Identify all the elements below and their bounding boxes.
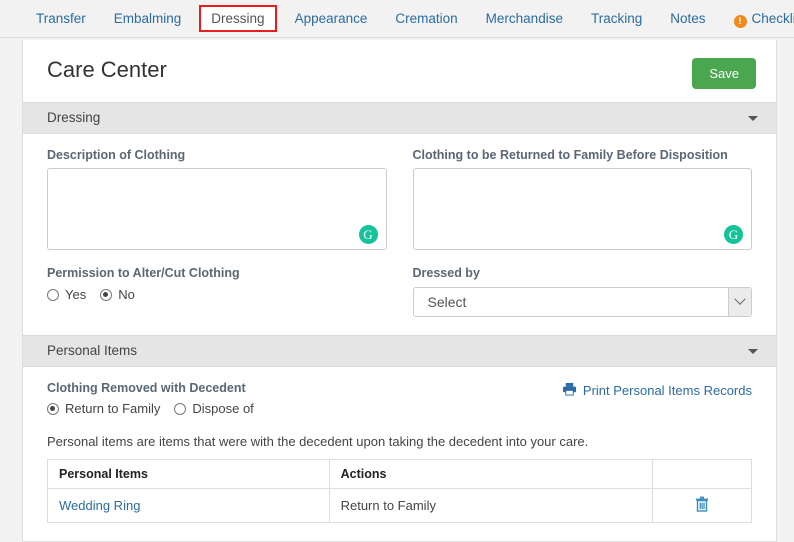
clothing-removed-group: Clothing Removed with Decedent Return to…	[47, 381, 254, 416]
section-body-dressing: Description of Clothing G Permission to …	[23, 134, 776, 335]
section-header-dressing-label: Dressing	[47, 110, 101, 125]
tab-checklists-label: Checklists	[751, 11, 794, 26]
section-header-personal-items[interactable]: Personal Items	[23, 335, 776, 367]
tab-bar: Transfer Embalming Dressing Appearance C…	[0, 0, 794, 38]
card-header: Care Center Save	[23, 40, 776, 102]
clothing-returned-wrap: G	[412, 168, 752, 253]
personal-items-table: Personal Items Actions Wedding Ring Retu…	[47, 459, 752, 523]
personal-item-link[interactable]: Wedding Ring	[59, 498, 140, 513]
section-header-dressing[interactable]: Dressing	[23, 102, 776, 134]
radio-permission-no[interactable]: No	[100, 287, 135, 302]
description-of-clothing-input[interactable]	[47, 168, 387, 250]
page-title: Care Center	[47, 57, 167, 82]
tab-tracking-label: Tracking	[590, 11, 643, 26]
tab-cremation-label: Cremation	[395, 11, 458, 26]
print-personal-items-records-label: Print Personal Items Records	[582, 383, 752, 398]
tab-list: Transfer Embalming Dressing Appearance C…	[0, 0, 794, 37]
tab-dressing[interactable]: Dressing	[199, 5, 277, 32]
tab-transfer[interactable]: Transfer	[22, 0, 100, 37]
radio-permission-yes-dot[interactable]	[47, 288, 59, 301]
cell-item-action: Return to Family	[328, 488, 654, 523]
column-header-delete	[652, 459, 752, 489]
care-center-card: Care Center Save Dressing Description of…	[22, 40, 777, 542]
chevron-down-icon[interactable]	[748, 116, 758, 121]
table-row: Wedding Ring Return to Family	[47, 488, 752, 523]
cell-item-name: Wedding Ring	[47, 488, 330, 523]
section-body-personal-items: Clothing Removed with Decedent Return to…	[23, 367, 776, 541]
radio-permission-yes[interactable]: Yes	[47, 287, 86, 302]
dressing-fields-row: Description of Clothing G Permission to …	[47, 148, 752, 317]
tab-appearance-label: Appearance	[294, 11, 368, 26]
alert-circle-icon: !	[733, 15, 747, 28]
personal-items-table-body: Wedding Ring Return to Family	[47, 488, 752, 523]
chevron-down-icon[interactable]	[748, 349, 758, 354]
radio-dispose-of-label: Dispose of	[192, 401, 254, 416]
radio-return-to-family[interactable]: Return to Family	[47, 401, 160, 416]
tab-notes[interactable]: Notes	[656, 0, 719, 37]
radio-return-to-family-dot[interactable]	[47, 402, 59, 415]
tab-tracking[interactable]: Tracking	[577, 0, 656, 37]
dressed-by-label: Dressed by	[412, 266, 480, 280]
tab-cremation[interactable]: Cremation	[381, 0, 471, 37]
radio-dispose-of[interactable]: Dispose of	[174, 401, 254, 416]
radio-permission-no-dot[interactable]	[100, 288, 113, 301]
permission-to-alter-radio-group: Yes No	[47, 287, 387, 302]
clothing-removed-label: Clothing Removed with Decedent	[47, 381, 246, 395]
printer-icon	[562, 382, 577, 399]
column-header-actions: Actions	[328, 459, 654, 489]
section-header-personal-items-label: Personal Items	[47, 343, 138, 358]
description-of-clothing-wrap: G	[47, 168, 387, 253]
personal-items-table-head: Personal Items Actions	[47, 459, 752, 489]
column-header-personal-items: Personal Items	[47, 459, 330, 489]
trash-icon[interactable]	[695, 496, 709, 512]
tab-appearance[interactable]: Appearance	[281, 0, 382, 37]
radio-return-to-family-label: Return to Family	[65, 401, 161, 416]
tab-merchandise-label: Merchandise	[485, 11, 563, 26]
cell-delete-action	[652, 488, 752, 523]
dressing-left-column: Description of Clothing G Permission to …	[47, 148, 387, 317]
tab-notes-label: Notes	[670, 11, 706, 26]
dressed-by-wrap: Select	[412, 287, 752, 317]
tab-checklists[interactable]: ! Checklists	[720, 0, 794, 37]
save-button[interactable]: Save	[692, 58, 756, 89]
tab-transfer-label: Transfer	[36, 11, 86, 26]
radio-dispose-of-dot[interactable]	[174, 402, 187, 415]
grammarly-icon[interactable]: G	[724, 225, 743, 244]
dressing-right-column: Clothing to be Returned to Family Before…	[412, 148, 752, 317]
clothing-returned-input[interactable]	[412, 168, 752, 250]
radio-permission-yes-label: Yes	[65, 287, 87, 302]
permission-to-alter-label: Permission to Alter/Cut Clothing	[47, 266, 240, 280]
dressed-by-select[interactable]: Select	[412, 287, 752, 317]
print-personal-items-records-link[interactable]: Print Personal Items Records	[562, 382, 752, 399]
description-of-clothing-label: Description of Clothing	[47, 148, 186, 162]
personal-items-top-row: Clothing Removed with Decedent Return to…	[47, 381, 752, 416]
clothing-returned-label: Clothing to be Returned to Family Before…	[412, 148, 728, 162]
tab-embalming[interactable]: Embalming	[100, 0, 196, 37]
radio-permission-no-label: No	[118, 287, 135, 302]
tab-dressing-label: Dressing	[211, 11, 265, 26]
clothing-removed-radio-group: Return to Family Dispose of	[47, 401, 254, 416]
tab-merchandise[interactable]: Merchandise	[472, 0, 577, 37]
grammarly-icon[interactable]: G	[358, 225, 378, 244]
table-header-row: Personal Items Actions	[47, 459, 752, 489]
personal-items-helper-text: Personal items are items that were with …	[47, 434, 589, 449]
tab-embalming-label: Embalming	[113, 11, 182, 26]
